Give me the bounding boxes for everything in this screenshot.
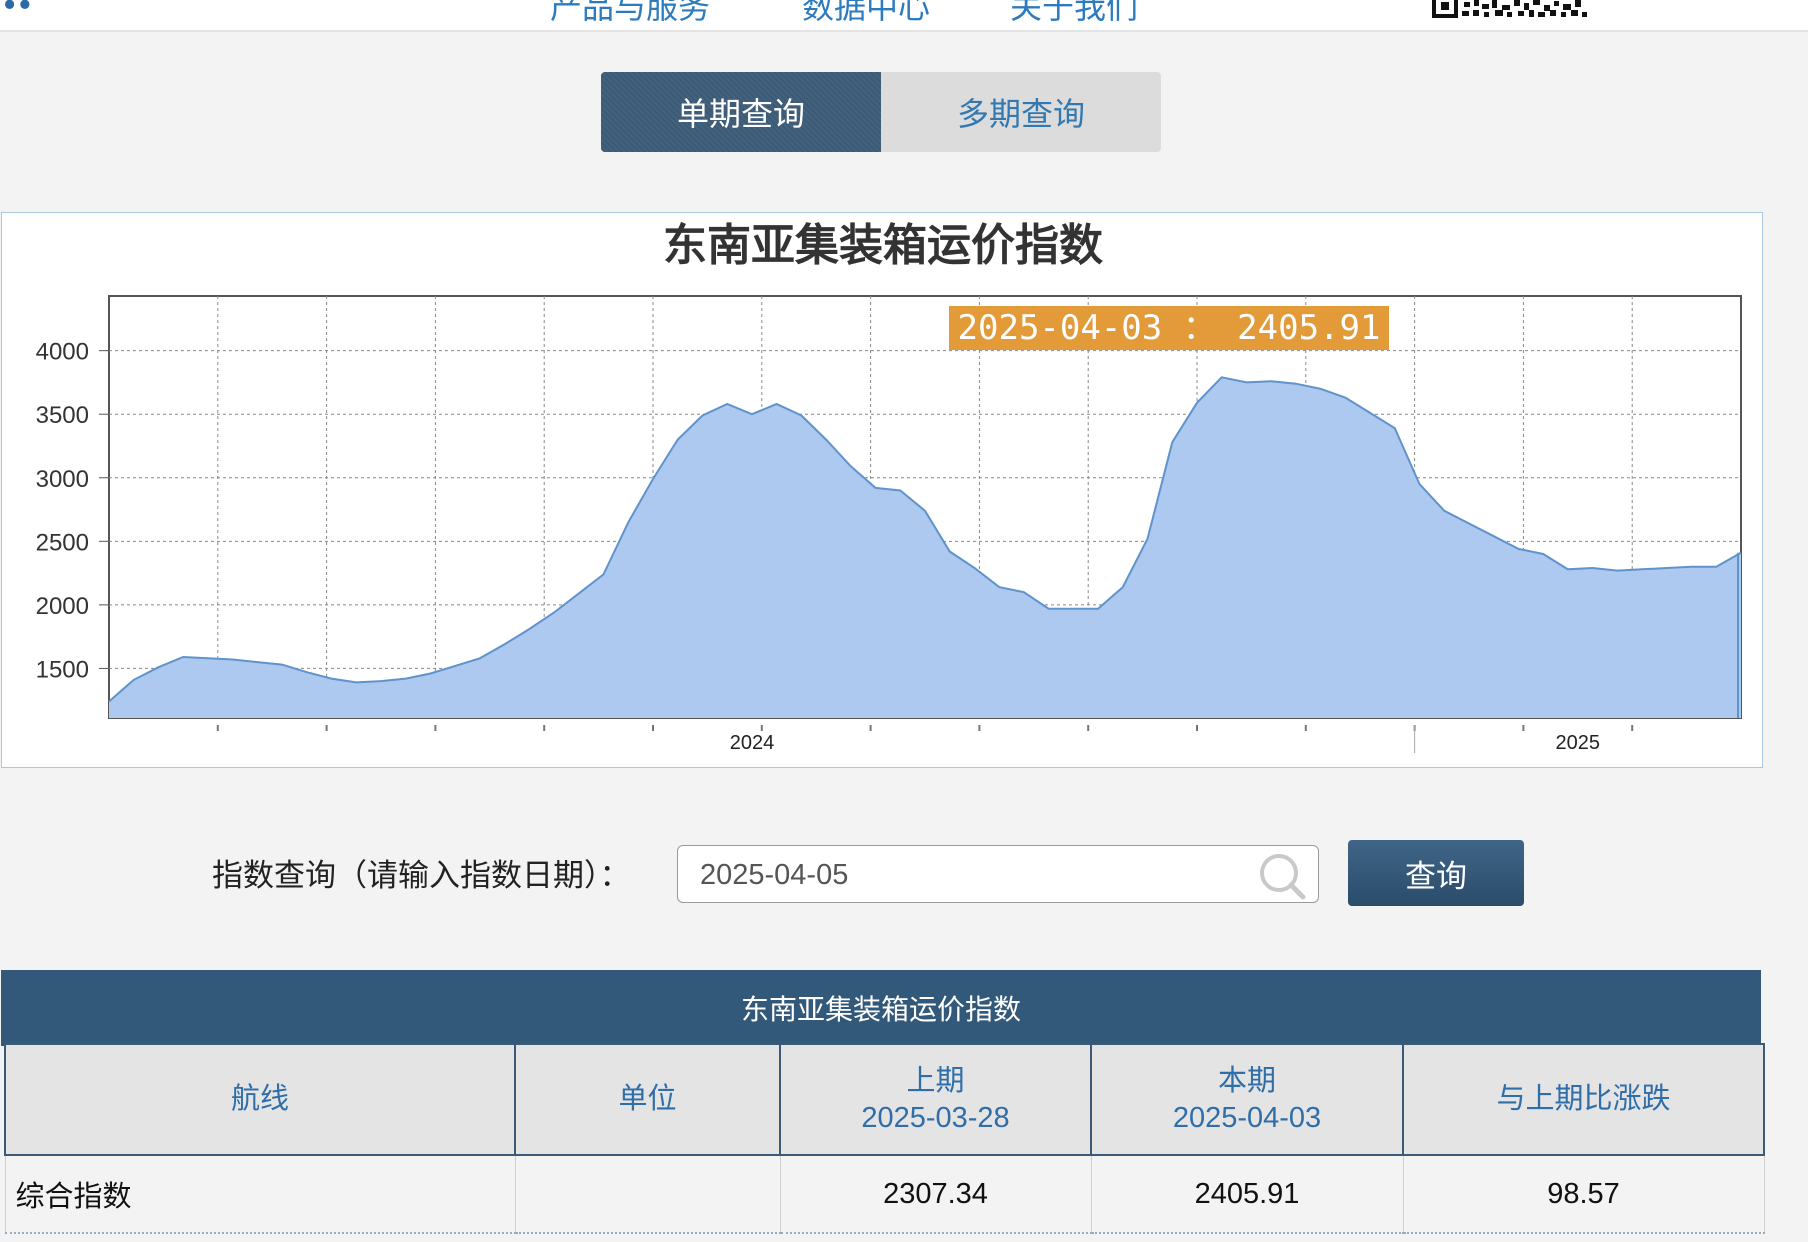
nav-item-products[interactable]: 产品与服务: [550, 0, 710, 28]
cell-change: 98.57: [1402, 1155, 1765, 1234]
y-tick-label: 3000: [36, 466, 89, 493]
cell-prev: 2307.34: [779, 1155, 1092, 1234]
col-change: 与上期比涨跌: [1402, 1043, 1765, 1156]
col-prev-date: 2025-03-28: [861, 1101, 1010, 1134]
query-button[interactable]: 查询: [1348, 840, 1524, 906]
col-unit: 单位: [514, 1043, 781, 1156]
table-row: 综合指数 2307.34 2405.91 98.57: [4, 1155, 1765, 1234]
nav-item-data-center[interactable]: 数据中心: [802, 0, 930, 28]
cell-curr: 2405.91: [1090, 1155, 1404, 1234]
table-title: 东南亚集装箱运价指数: [1, 970, 1761, 1046]
index-table: 航线 单位 上期 2025-03-28 本期 2025-04-03 与上期比涨跌…: [4, 1043, 1765, 1234]
cell-unit: [514, 1155, 781, 1234]
table-header-row: 航线 单位 上期 2025-03-28 本期 2025-04-03 与上期比涨跌: [4, 1043, 1765, 1156]
col-route: 航线: [4, 1043, 516, 1156]
tab-multi-period[interactable]: 多期查询: [881, 72, 1161, 152]
chart-tooltip: 2025-04-03 ： 2405.91: [949, 306, 1389, 350]
tooltip-text: 2025-04-03 ： 2405.91: [958, 308, 1381, 348]
y-tick-label: 3500: [36, 402, 89, 429]
y-tick-label: 2000: [36, 593, 89, 620]
col-curr-date: 2025-04-03: [1172, 1101, 1322, 1134]
top-nav: •• 产品与服务 数据中心 关于我们: [0, 0, 1808, 32]
col-curr: 本期 2025-04-03: [1090, 1043, 1404, 1156]
date-input[interactable]: [698, 854, 1242, 896]
nav-item-about[interactable]: 关于我们: [1010, 0, 1138, 28]
y-tick-label: 2500: [36, 529, 89, 556]
cell-route: 综合指数: [4, 1155, 516, 1234]
y-tick-label: 4000: [36, 339, 89, 366]
col-prev: 上期 2025-03-28: [779, 1043, 1092, 1156]
date-input-wrapper: [677, 845, 1319, 903]
tab-single-period[interactable]: 单期查询: [601, 72, 881, 152]
x-year-label: 2025: [1556, 732, 1601, 754]
qr-code-icon: [1432, 0, 1590, 18]
chart-canvas: 东南亚集装箱运价指数 4000 3500 3000 2500 2000 1500 2024…: [36, 220, 1742, 754]
x-axis: 2024 2025: [216, 725, 1634, 754]
query-mode-tabs: 单期查询 多期查询: [601, 72, 1161, 152]
chart-title: 东南亚集装箱运价指数: [663, 220, 1103, 271]
site-logo[interactable]: ••: [4, 0, 34, 23]
col-prev-label: 上期: [906, 1064, 965, 1097]
search-icon[interactable]: [1258, 852, 1308, 902]
index-chart: 东南亚集装箱运价指数 4000 3500 3000 2500 2000 1500 2024…: [1, 212, 1763, 768]
y-tick-label: 1500: [36, 656, 89, 683]
x-year-label: 2024: [730, 732, 775, 754]
query-label: 指数查询（请输入指数日期）：: [212, 858, 631, 894]
col-curr-label: 本期: [1217, 1064, 1276, 1097]
y-axis: 4000 3500 3000 2500 2000 1500: [36, 339, 109, 683]
